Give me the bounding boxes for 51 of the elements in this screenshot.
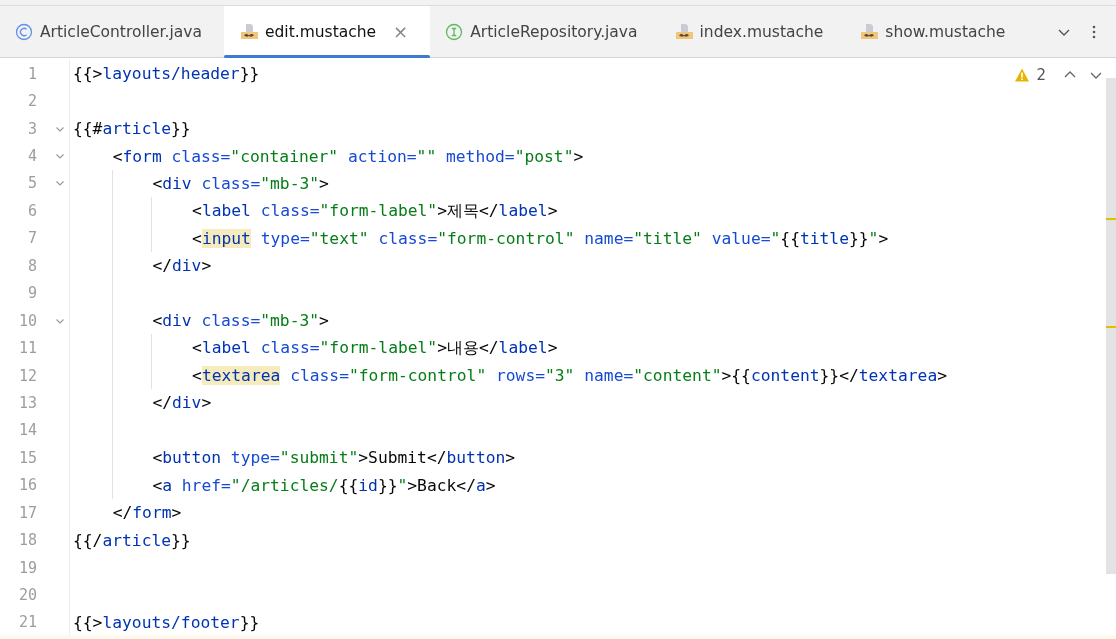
line-number: 19: [17, 558, 37, 577]
line-number: 2: [26, 92, 37, 111]
code-line: <input type="text" class="form-control" name="title" value="{{title}}">: [191, 228, 889, 248]
code-line: <div class="mb-3">: [151, 173, 329, 193]
line-number: 14: [17, 421, 37, 440]
code-line: <label class="form-label">제목</label>: [191, 199, 558, 222]
line-number: 1: [26, 64, 37, 83]
editor-tab[interactable]: ArticleController.java: [0, 6, 224, 57]
mustache-file-icon: [674, 22, 693, 41]
line-number: 4: [26, 147, 37, 166]
line-number: 9: [26, 284, 37, 303]
code-line: <label class="form-label">내용</label>: [191, 337, 558, 360]
code-line: </div>: [151, 256, 212, 276]
scrollbar[interactable]: [1106, 78, 1116, 574]
close-tab-icon[interactable]: ×: [393, 21, 409, 42]
code-line: <button type="submit">Submit</button>: [151, 448, 516, 468]
warning-count: 2: [1036, 66, 1046, 84]
code-line: {{>layouts/header}}: [73, 64, 260, 84]
code-line: </div>: [151, 393, 212, 413]
line-number: 10: [17, 311, 37, 330]
editor-tab[interactable]: index.mustache: [659, 6, 846, 57]
line-number: 18: [17, 531, 37, 550]
code-line: {{/article}}: [73, 530, 191, 550]
line-number: 5: [26, 174, 37, 193]
editor-tab[interactable]: ArticleRepository.java: [430, 6, 660, 57]
editor-tab[interactable]: edit.mustache ×: [223, 6, 431, 57]
line-number: 6: [26, 201, 37, 220]
line-number: 15: [17, 448, 37, 467]
line-number: 16: [17, 476, 37, 495]
line-number: 3: [26, 119, 37, 138]
editor-tab[interactable]: show.mustache: [845, 6, 1028, 57]
code-line: <div class="mb-3">: [151, 311, 329, 331]
code-line: <form class="container" action="" method="post">: [111, 146, 584, 166]
line-number: 13: [17, 393, 37, 412]
line-number: 11: [17, 339, 37, 358]
mustache-file-icon: [239, 22, 258, 41]
code-line: <a href="/articles/{{id}}">Back</a>: [151, 475, 496, 495]
line-number: 21: [17, 613, 37, 632]
interface-file-icon: [445, 22, 464, 41]
class-file-icon: [15, 22, 33, 41]
code-line: <textarea class="form-control" rows="3" name="content">{{content}}</textarea>: [191, 366, 947, 386]
line-number: 7: [26, 229, 37, 248]
line-number: 12: [17, 366, 37, 385]
code-line: </form>: [111, 503, 182, 523]
code-line: {{#article}}: [73, 119, 191, 139]
line-number: 17: [17, 503, 37, 522]
line-number: 20: [17, 586, 37, 605]
mustache-file-icon: [860, 22, 879, 41]
code-line: {{>layouts/footer}}: [73, 612, 260, 632]
line-number: 8: [26, 256, 37, 275]
warning-icon[interactable]: [1014, 67, 1031, 83]
